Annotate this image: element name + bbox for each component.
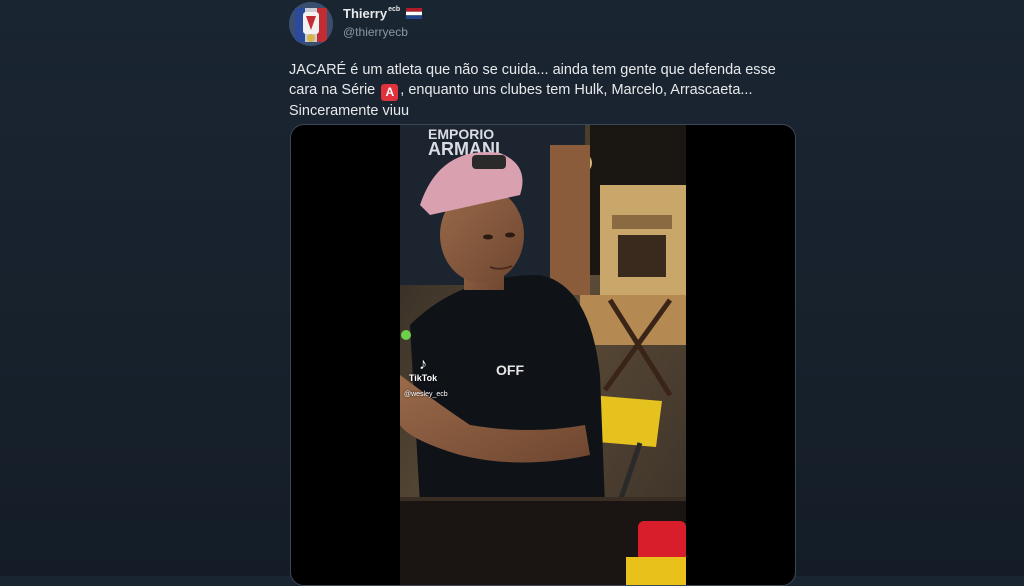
tiktok-brand: TikTok bbox=[408, 373, 438, 383]
tiktok-username: @wesley_ecb bbox=[404, 391, 448, 398]
author-name-suffix: ecb bbox=[388, 6, 401, 13]
video-still: EMPORIO ARMANI OFF bbox=[400, 125, 686, 585]
author-name[interactable]: Thierry ecb bbox=[343, 6, 423, 21]
tweet-text: JACARÉ é um atleta que não se cuida... a… bbox=[289, 60, 789, 121]
tiktok-watermark: ♪ TikTok bbox=[404, 356, 442, 384]
video-frame[interactable]: EMPORIO ARMANI OFF ♪ TikTok @wesley_ecb bbox=[400, 125, 686, 585]
letter-a-badge-icon: A bbox=[381, 84, 399, 101]
avatar-crest-icon bbox=[289, 2, 333, 46]
netherlands-flag-icon bbox=[406, 8, 423, 19]
tweet-media[interactable]: EMPORIO ARMANI OFF ♪ TikTok @wesley_ecb bbox=[290, 124, 796, 586]
tiktok-logo-icon: ♪ bbox=[419, 356, 427, 373]
tweet: Thierry ecb @thierryecb JACARÉ é um atle… bbox=[289, 0, 796, 586]
author-name-text: Thierry bbox=[343, 6, 388, 21]
author-handle[interactable]: @thierryecb bbox=[343, 25, 408, 39]
shirt-front-text: OFF bbox=[496, 362, 524, 378]
avatar[interactable] bbox=[289, 2, 333, 46]
